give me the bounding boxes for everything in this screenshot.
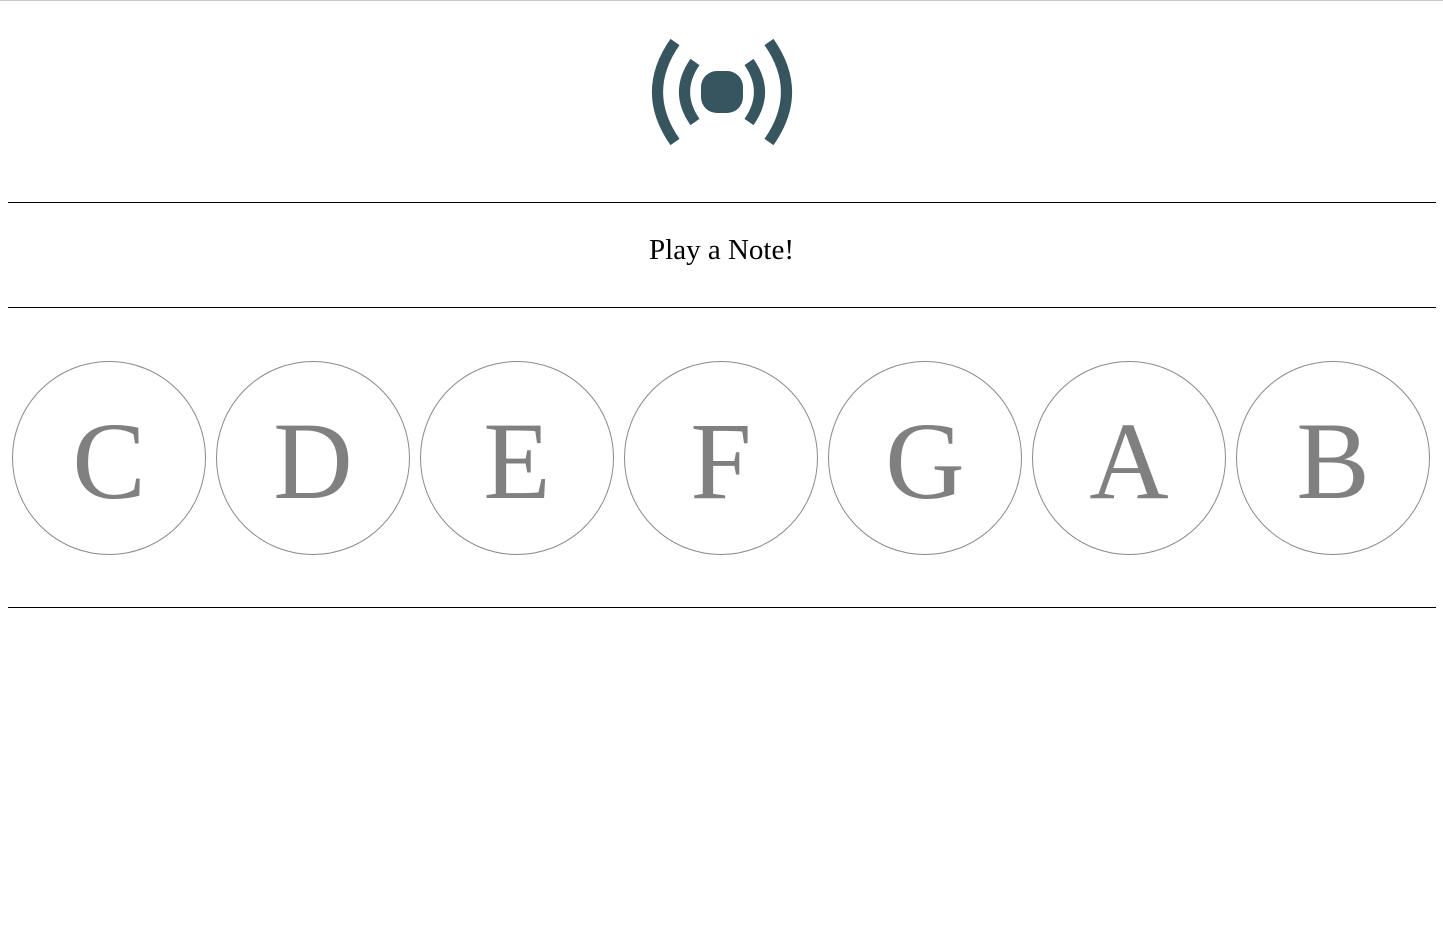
- divider-top: [8, 202, 1436, 203]
- note-button-d[interactable]: D: [216, 361, 410, 555]
- note-button-a[interactable]: A: [1032, 361, 1226, 555]
- note-button-c[interactable]: C: [12, 361, 206, 555]
- note-label: B: [1296, 400, 1370, 522]
- note-buttons: C D E F G A B: [12, 361, 1432, 555]
- note-label: F: [690, 400, 752, 522]
- top-border: [0, 0, 1443, 1]
- note-button-b[interactable]: B: [1236, 361, 1430, 555]
- note-button-g[interactable]: G: [828, 361, 1022, 555]
- divider-bottom: [8, 607, 1436, 608]
- note-label: D: [273, 400, 353, 522]
- divider-middle: [8, 307, 1436, 308]
- note-button-f[interactable]: F: [624, 361, 818, 555]
- note-button-e[interactable]: E: [420, 361, 614, 555]
- broadcast-icon: [652, 38, 792, 146]
- note-label: A: [1089, 400, 1169, 522]
- prompt-text: Play a Note!: [649, 234, 794, 266]
- note-label: E: [483, 400, 551, 522]
- note-label: G: [885, 400, 965, 522]
- note-label: C: [72, 400, 146, 522]
